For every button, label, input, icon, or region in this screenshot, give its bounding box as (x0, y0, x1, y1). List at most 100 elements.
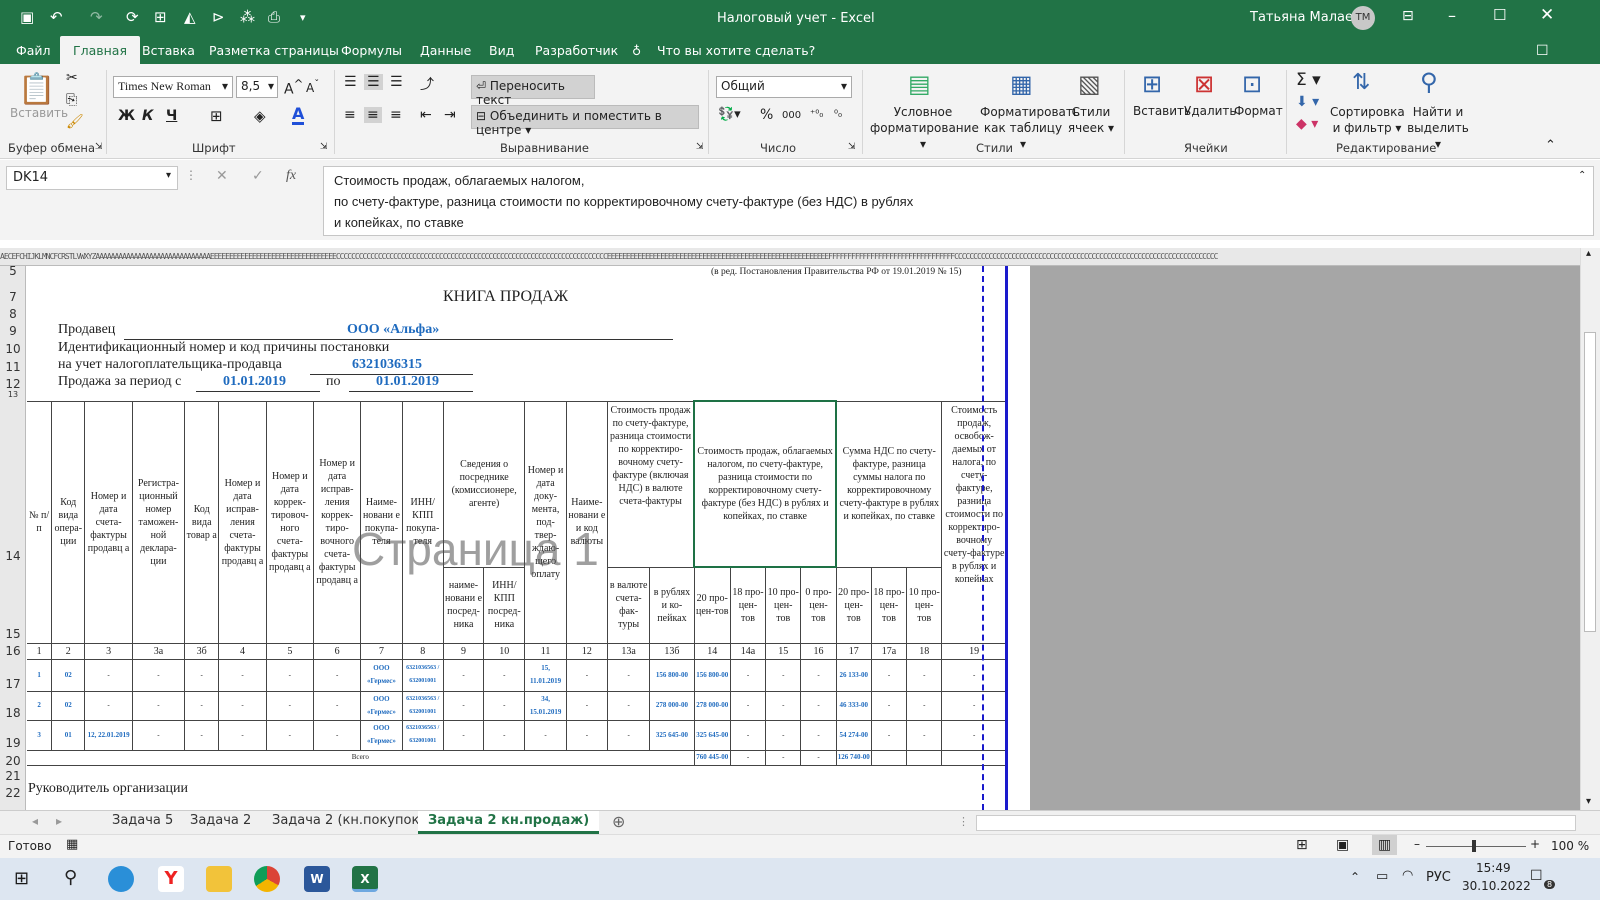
increase-indent-icon[interactable]: ⇥ (444, 107, 456, 123)
cell-styles-icon[interactable]: ▧ (1078, 70, 1101, 98)
close-icon[interactable]: ✕ (1540, 5, 1554, 25)
insert-cells-icon[interactable]: ⊞ (1142, 70, 1162, 98)
sheet-tab[interactable]: Задача 5 (112, 813, 173, 828)
refresh-icon[interactable]: ⟳ (126, 8, 139, 26)
currency-icon[interactable]: 💱▾ (718, 107, 741, 122)
scroll-up-icon[interactable]: ▴ (1586, 248, 1591, 259)
copy-icon[interactable]: ⎘ (66, 92, 77, 108)
table-row[interactable]: 3 01 12, 22.01.2019- - - - - ООО «Гермес» 632103… (27, 719, 1007, 751)
find-icon[interactable]: ⚲ (1420, 68, 1438, 96)
file-explorer-icon[interactable] (206, 866, 232, 892)
wifi-icon[interactable]: ◠ (1402, 868, 1413, 883)
tab-page-layout[interactable]: Разметка страницы (209, 43, 339, 58)
save-icon[interactable]: ▣ (20, 8, 34, 26)
font-launcher-icon[interactable]: ⇲ (320, 142, 328, 152)
form-icon[interactable]: ⎙ (268, 8, 280, 26)
page-break-view-icon[interactable]: ▥ (1372, 835, 1398, 855)
start-icon[interactable]: ⊞ (14, 868, 29, 889)
redo-icon[interactable]: ↷ (90, 8, 103, 26)
cut-icon[interactable]: ✂ (66, 70, 78, 86)
tab-insert[interactable]: Вставка (142, 43, 195, 58)
page-break-line[interactable] (982, 266, 984, 810)
bold-button[interactable]: Ж (118, 108, 135, 124)
sheet-tab-active[interactable]: Задача 2 кн.продаж) (418, 811, 600, 834)
insert-cells-button[interactable]: Вставить (1133, 104, 1191, 118)
autosum-icon[interactable]: Σ ▾ (1296, 70, 1321, 90)
normal-view-icon[interactable]: ⊞ (1296, 837, 1308, 853)
macro-record-icon[interactable]: ▦ (66, 837, 78, 852)
zoom-slider[interactable] (1426, 846, 1526, 847)
italic-button[interactable]: К (142, 108, 153, 124)
ribbon-display-icon[interactable]: ⊟ (1402, 8, 1414, 24)
zoom-level[interactable]: 100 % (1551, 839, 1589, 853)
input-language[interactable]: РУС (1426, 870, 1451, 885)
delete-cells-button[interactable]: Удалить (1184, 104, 1237, 118)
fill-icon[interactable]: ⬇ ▾ (1296, 94, 1319, 110)
zoom-in-icon[interactable]: + (1530, 837, 1540, 851)
sheet-tab[interactable]: Задача 2 (кн.покупок) (272, 813, 424, 828)
decrease-font-icon[interactable]: Aˇ (306, 79, 319, 95)
collapse-ribbon-icon[interactable]: ⌃ (1545, 138, 1556, 153)
enter-icon[interactable]: ✓ (252, 168, 264, 184)
alignment-launcher-icon[interactable]: ⇲ (696, 142, 704, 152)
increase-font-icon[interactable]: A^ (284, 77, 303, 98)
forward-icon[interactable]: ⊳ (212, 8, 225, 26)
align-middle-icon[interactable]: ☰ (364, 74, 383, 90)
format-cells-icon[interactable]: ⊡ (1242, 70, 1262, 98)
align-left-icon[interactable]: ≡ (344, 107, 356, 123)
tabs-splitter[interactable]: ⋮ (958, 815, 969, 828)
merge-center-button[interactable]: ⊟ Объединить и поместить в центре ▾ (471, 105, 699, 137)
collapse-formula-icon[interactable]: ⌃ (1578, 170, 1586, 181)
vertical-scrollbar[interactable]: ▴ ▾ (1580, 248, 1600, 810)
decrease-indent-icon[interactable]: ⇤ (420, 107, 432, 123)
worksheet-page[interactable]: (в ред. Постановления Правительства РФ о… (27, 266, 1030, 810)
increase-decimal-icon[interactable]: ⁺⁰₀ (810, 109, 823, 120)
row-headers[interactable]: 5 7 8 9 10 11 12 13 14 15 16 17 18 19 20… (0, 264, 26, 810)
format-cells-button[interactable]: Формат (1234, 104, 1283, 118)
conditional-format-icon[interactable]: ▤ (908, 70, 931, 98)
word-icon[interactable]: W (304, 866, 330, 892)
format-painter-icon[interactable]: 🖌 (66, 114, 84, 130)
sort-filter-icon[interactable]: ⇅ (1352, 70, 1370, 95)
tray-expand-icon[interactable]: ⌃ (1350, 870, 1360, 884)
table-row[interactable]: 1 02- - - - - - ООО «Гермес» 6321036563 / 632001… (27, 658, 1007, 692)
sort-filter-button[interactable]: Сортировка и фильтр ▾ (1330, 104, 1405, 136)
avatar[interactable]: ТМ (1351, 6, 1375, 30)
thousands-icon[interactable]: 000 (782, 110, 801, 121)
cancel-icon[interactable]: ✕ (216, 168, 228, 184)
chart-icon[interactable]: ◭ (184, 8, 196, 26)
number-format-select[interactable]: Общий ▾ (716, 76, 852, 98)
customize-icon[interactable]: ▾ (300, 11, 306, 24)
font-size-select[interactable]: 8,5 ▾ (236, 76, 278, 98)
tab-next-icon[interactable]: ▸ (56, 814, 62, 828)
edge-icon[interactable] (108, 866, 134, 892)
decrease-decimal-icon[interactable]: ⁰₀ (834, 109, 842, 120)
yandex-icon[interactable]: Y (158, 866, 184, 892)
percent-icon[interactable]: % (760, 107, 773, 123)
delete-cells-icon[interactable]: ⊠ (1194, 70, 1214, 98)
font-color-icon[interactable]: A (292, 106, 305, 125)
name-box[interactable]: DK14 ▾ (6, 166, 178, 190)
clear-icon[interactable]: ◆ ▾ (1296, 116, 1318, 132)
align-right-icon[interactable]: ≡ (390, 107, 402, 123)
clock-time[interactable]: 15:49 (1476, 861, 1511, 875)
undo-icon[interactable]: ↶ (50, 8, 63, 26)
minimize-icon[interactable]: – (1448, 6, 1456, 25)
tab-formulas[interactable]: Формулы (341, 43, 402, 58)
insert-function-icon[interactable]: fx (286, 168, 296, 184)
orientation-icon[interactable]: ⤴ (420, 74, 434, 94)
formula-input[interactable]: Стоимость продаж, облагаемых налогом, по … (323, 166, 1594, 236)
battery-icon[interactable]: ▭ (1376, 869, 1388, 884)
page-layout-icon[interactable]: ▣ (1336, 837, 1349, 853)
tab-view[interactable]: Вид (489, 43, 514, 58)
total-row[interactable]: Всего 760 445-00 --- 126 740-00 (27, 749, 1007, 766)
align-center-icon[interactable]: ≡ (364, 107, 382, 123)
align-bottom-icon[interactable]: ☰ (390, 74, 403, 90)
tab-home[interactable]: Главная (60, 36, 140, 64)
sheet-tab[interactable]: Задача 2 (190, 813, 251, 828)
horizontal-scrollbar[interactable] (976, 815, 1576, 831)
shapes-icon[interactable]: ⁂ (240, 8, 255, 26)
notifications-icon[interactable]: ☐ (1530, 868, 1543, 884)
tab-developer[interactable]: Разработчик (535, 43, 618, 58)
tab-file[interactable]: Файл (16, 43, 51, 58)
